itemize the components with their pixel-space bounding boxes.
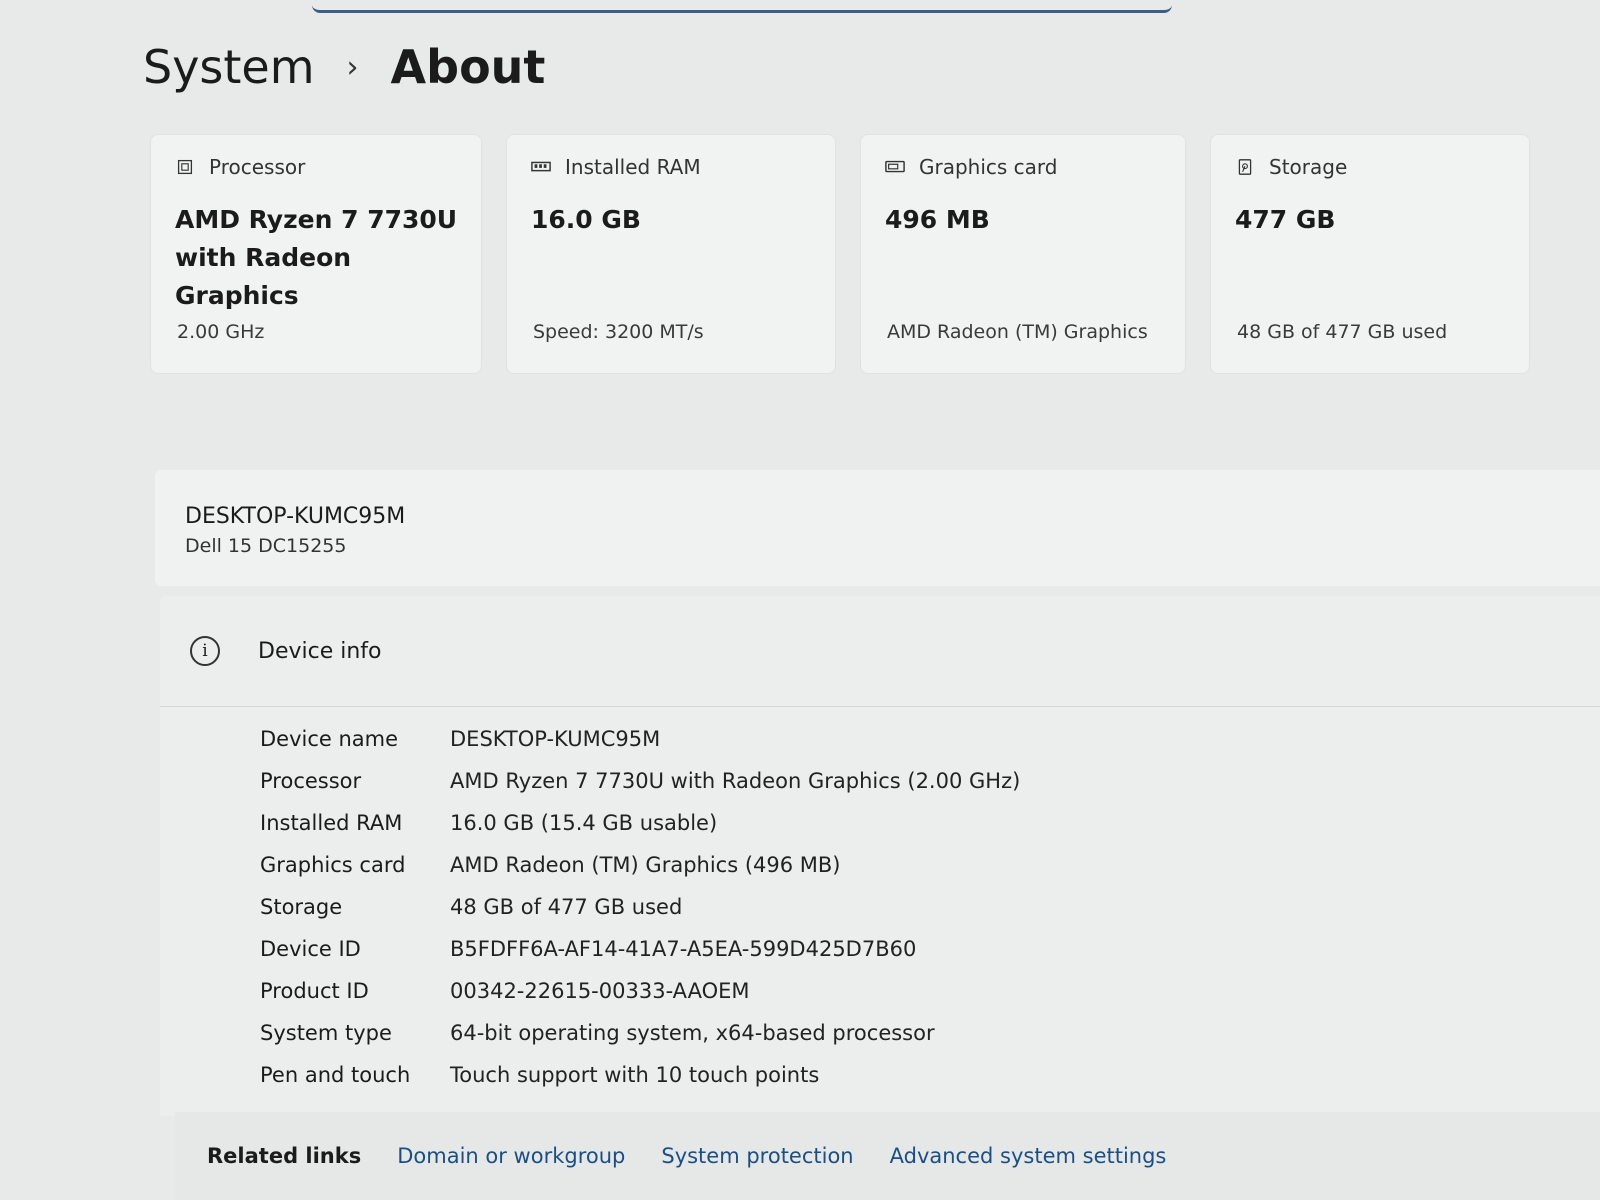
spec-value: 64-bit operating system, x64-based proce… xyxy=(450,1021,935,1045)
spec-row: System type 64-bit operating system, x64-… xyxy=(260,1012,1020,1054)
advanced-system-settings-link[interactable]: Advanced system settings xyxy=(890,1144,1167,1168)
spec-value: 00342-22615-00333-AAOEM xyxy=(450,979,750,1003)
device-name-banner[interactable]: DESKTOP-KUMC95M Dell 15 DC15255 xyxy=(155,470,1600,586)
info-icon: i xyxy=(190,636,220,666)
card-value: 16.0 GB xyxy=(531,205,641,234)
card-value: 496 MB xyxy=(885,205,990,234)
card-title: Graphics card xyxy=(919,155,1058,179)
spec-value: 16.0 GB (15.4 GB usable) xyxy=(450,811,718,835)
storage-icon xyxy=(1238,159,1252,175)
related-links-bar: Related links Domain or workgroup System… xyxy=(175,1112,1600,1200)
ram-card: Installed RAM 16.0 GB Speed: 3200 MT/s xyxy=(506,134,836,374)
spec-label: System type xyxy=(260,1021,392,1045)
spec-value: DESKTOP-KUMC95M xyxy=(450,727,661,751)
device-name: DESKTOP-KUMC95M xyxy=(185,504,406,529)
spec-value: AMD Ryzen 7 7730U with Radeon Graphics (… xyxy=(450,769,1021,793)
spec-label: Device ID xyxy=(260,937,361,961)
breadcrumb: System › About xyxy=(143,40,545,94)
spec-value: AMD Radeon (TM) Graphics (496 MB) xyxy=(450,853,841,877)
spec-row: Storage 48 GB of 477 GB used xyxy=(260,886,1020,928)
domain-or-workgroup-link[interactable]: Domain or workgroup xyxy=(397,1144,625,1168)
breadcrumb-parent[interactable]: System xyxy=(143,40,315,94)
spec-value: 48 GB of 477 GB used xyxy=(450,895,683,919)
spec-label: Storage xyxy=(260,895,343,919)
processor-card: Processor AMD Ryzen 7 7730U with Radeon … xyxy=(150,134,482,374)
device-info-title: Device info xyxy=(258,638,382,664)
card-subtext: AMD Radeon (TM) Graphics xyxy=(887,321,1148,343)
spec-label: Pen and touch xyxy=(260,1063,411,1087)
spec-label: Processor xyxy=(260,769,362,793)
related-links-label: Related links xyxy=(207,1144,362,1168)
storage-card: Storage 477 GB 48 GB of 477 GB used xyxy=(1210,134,1530,374)
card-value: 477 GB xyxy=(1235,205,1336,234)
spec-table: Device name DESKTOP-KUMC95M Processor AMD … xyxy=(260,718,1020,1096)
card-title: Installed RAM xyxy=(565,155,701,179)
window-top-edge xyxy=(312,0,1172,13)
card-subtext: 2.00 GHz xyxy=(177,321,265,343)
spec-label: Graphics card xyxy=(260,853,406,877)
graphics-card-icon xyxy=(885,160,905,173)
system-protection-link[interactable]: System protection xyxy=(661,1144,853,1168)
card-title: Storage xyxy=(1269,155,1348,179)
chevron-right-icon: › xyxy=(346,49,359,85)
card-subtext: 48 GB of 477 GB used xyxy=(1237,321,1448,343)
spec-row: Installed RAM 16.0 GB (15.4 GB usable) xyxy=(260,802,1020,844)
ram-icon xyxy=(531,161,551,172)
spec-row: Device name DESKTOP-KUMC95M xyxy=(260,718,1020,760)
spec-label: Product ID xyxy=(260,979,369,1003)
device-info-panel: i Device info Device name DESKTOP-KUMC95M… xyxy=(160,596,1600,1116)
spec-row: Product ID 00342-22615-00333-AAOEM xyxy=(260,970,1020,1012)
graphics-card-card: Graphics card 496 MB AMD Radeon (TM) Gra… xyxy=(860,134,1186,374)
spec-value: B5FDFF6A-AF14-41A7-A5EA-599D425D7B60 xyxy=(450,937,917,961)
device-info-header[interactable]: i Device info xyxy=(160,596,1600,707)
spec-value: Touch support with 10 touch points xyxy=(450,1063,820,1087)
spec-label: Device name xyxy=(260,727,399,751)
spec-row: Device ID B5FDFF6A-AF14-41A7-A5EA-599D425… xyxy=(260,928,1020,970)
card-value: AMD Ryzen 7 7730U with Radeon Graphics xyxy=(175,205,458,310)
spec-row: Processor AMD Ryzen 7 7730U with Radeon G… xyxy=(260,760,1020,802)
spec-row: Pen and touch Touch support with 10 touch… xyxy=(260,1054,1020,1096)
card-title: Processor xyxy=(209,155,306,179)
device-model: Dell 15 DC15255 xyxy=(185,535,347,557)
processor-icon xyxy=(177,159,193,175)
spec-label: Installed RAM xyxy=(260,811,403,835)
spec-row: Graphics card AMD Radeon (TM) Graphics (4… xyxy=(260,844,1020,886)
page-title: About xyxy=(390,40,546,94)
card-subtext: Speed: 3200 MT/s xyxy=(533,321,704,343)
